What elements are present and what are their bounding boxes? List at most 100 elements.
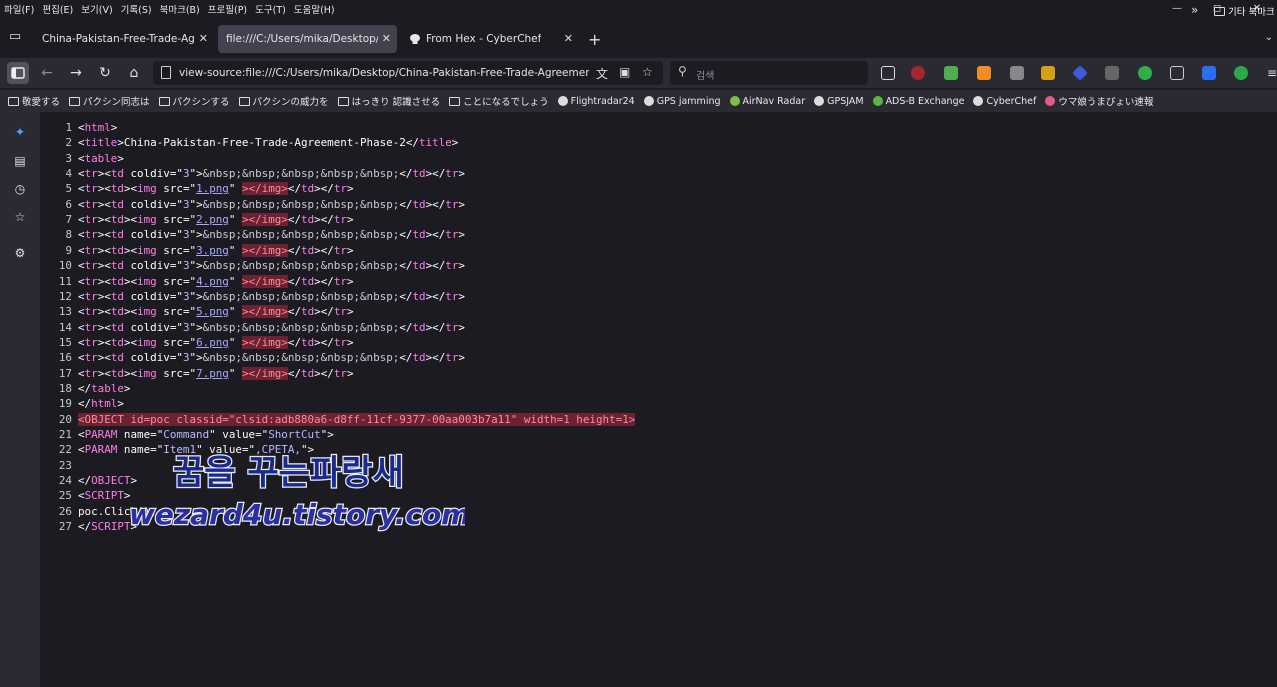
bookmark-item[interactable]: パクシンする bbox=[158, 94, 230, 108]
sidebar-toggle-icon[interactable] bbox=[7, 62, 29, 84]
menu-item[interactable]: 북마크(B) bbox=[160, 2, 200, 16]
source-token: tr bbox=[333, 182, 347, 196]
js-extension-icon[interactable] bbox=[1170, 66, 1184, 80]
menu-item[interactable]: 도구(T) bbox=[255, 2, 286, 16]
translate-icon[interactable]: 文 bbox=[596, 65, 608, 82]
shield-extension-icon[interactable] bbox=[1202, 66, 1216, 80]
source-token: ></ bbox=[425, 259, 446, 273]
source-link[interactable]: 7.png bbox=[196, 367, 229, 380]
synced-tabs-icon[interactable]: ▤ bbox=[12, 153, 28, 169]
source-token: td bbox=[412, 259, 426, 273]
site-favicon-icon bbox=[729, 96, 740, 106]
ai-sparkle-icon[interactable]: ✦ bbox=[12, 124, 28, 140]
source-token: td bbox=[110, 289, 124, 303]
bookmarks-overflow-icon[interactable]: » bbox=[1191, 3, 1198, 17]
source-link[interactable]: 1.png bbox=[196, 182, 229, 195]
source-token: >< bbox=[97, 274, 111, 288]
bookmarks-star-icon[interactable]: ☆ bbox=[12, 209, 28, 225]
gray-extension-icon[interactable] bbox=[1010, 66, 1024, 80]
bookmark-item[interactable]: パクシン同志は bbox=[69, 94, 150, 108]
bookmark-item[interactable]: GPSJAM bbox=[814, 96, 864, 107]
url-bar[interactable]: view-source:file:///C:/Users/mika/Deskto… bbox=[153, 61, 663, 85]
source-token: td bbox=[110, 366, 124, 380]
bookmark-item[interactable]: CyberChef bbox=[973, 96, 1036, 107]
source-line: 23 bbox=[40, 458, 78, 473]
bookmark-item[interactable]: パクシンの威力を bbox=[238, 94, 329, 108]
site-favicon-icon bbox=[973, 96, 984, 106]
settings-gear-icon[interactable]: ⚙ bbox=[12, 245, 28, 261]
menu-item[interactable]: 기록(S) bbox=[121, 2, 152, 16]
new-tab-button[interactable]: + bbox=[588, 30, 601, 49]
source-token: &nbsp;&nbsp;&nbsp;&nbsp;&nbsp; bbox=[202, 351, 400, 365]
source-token: coldiv=" bbox=[123, 351, 183, 365]
bookmark-item[interactable]: ことになるでしょう bbox=[449, 94, 549, 108]
bookmark-item[interactable]: 敬愛する bbox=[8, 94, 60, 108]
source-token: > bbox=[117, 397, 124, 411]
source-token: >< bbox=[97, 182, 111, 196]
yellow-extension-icon[interactable] bbox=[1041, 66, 1055, 80]
source-link[interactable]: 3.png bbox=[196, 244, 229, 257]
source-token: src=" bbox=[156, 213, 197, 227]
n-extension-icon[interactable] bbox=[1138, 66, 1152, 80]
menu-item[interactable]: 보기(V) bbox=[81, 2, 112, 16]
bookmark-item[interactable]: AirNav Radar bbox=[729, 96, 805, 107]
source-link[interactable]: 2.png bbox=[196, 213, 229, 226]
line-number: 8 bbox=[65, 228, 72, 242]
bookmark-item[interactable]: はっきり 認識させる bbox=[337, 94, 440, 108]
history-icon[interactable]: ◷ bbox=[12, 181, 28, 197]
search-bar[interactable]: ⚲ 검색 bbox=[670, 61, 868, 85]
back-arrow-icon[interactable]: ← bbox=[38, 64, 56, 82]
bookmark-star-icon[interactable]: ☆ bbox=[642, 65, 653, 79]
url-text[interactable]: view-source:file:///C:/Users/mika/Deskto… bbox=[179, 67, 589, 79]
menu-item[interactable]: 편집(E) bbox=[42, 2, 73, 16]
home-icon[interactable]: ⌂ bbox=[125, 64, 143, 82]
tab-view-source[interactable]: file:///C:/Users/mika/Desktop/China ✕ bbox=[218, 25, 397, 53]
bookmark-item[interactable]: ウマ娘うまぴょい速報 bbox=[1045, 94, 1153, 108]
source-token: &nbsp;&nbsp;&nbsp;&nbsp;&nbsp; bbox=[202, 320, 400, 334]
source-link[interactable]: 6.png bbox=[196, 336, 229, 349]
other-bookmarks-folder[interactable]: 기타 북마크 bbox=[1214, 4, 1275, 18]
menu-item[interactable]: 파일(F) bbox=[4, 2, 34, 16]
menu-hamburger-icon[interactable]: ≡ bbox=[1263, 64, 1277, 82]
source-token: > bbox=[117, 151, 124, 165]
blue-diamond-icon[interactable] bbox=[1072, 65, 1088, 81]
extension-icon[interactable] bbox=[881, 66, 895, 80]
source-token: > bbox=[458, 167, 465, 181]
folder-icon bbox=[1214, 6, 1225, 16]
refresh-extension-icon[interactable] bbox=[1234, 66, 1248, 80]
source-link[interactable]: 4.png bbox=[196, 275, 229, 288]
source-token: img bbox=[137, 213, 157, 227]
source-token: td bbox=[301, 213, 315, 227]
menu-item[interactable]: 도움말(H) bbox=[294, 2, 335, 16]
tab-close-icon[interactable]: ✕ bbox=[199, 32, 208, 45]
source-token: &nbsp;&nbsp;&nbsp;&nbsp;&nbsp; bbox=[202, 289, 400, 303]
tab-overflow-icon[interactable]: ⌄ bbox=[1265, 32, 1273, 43]
forward-arrow-icon[interactable]: → bbox=[67, 64, 85, 82]
tab-cyberchef[interactable]: From Hex - CyberChef ✕ bbox=[401, 25, 579, 53]
bookmark-item[interactable]: GPS jamming bbox=[643, 96, 721, 107]
bookmark-item[interactable]: ADS-B Exchange bbox=[872, 96, 964, 107]
source-token: poc.Click(); bbox=[78, 504, 157, 518]
reader-translate-icon[interactable]: ▣ bbox=[619, 65, 630, 79]
menu-item[interactable]: 프로필(P) bbox=[208, 2, 247, 16]
tab-close-icon[interactable]: ✕ bbox=[564, 32, 573, 45]
bookmark-label: Flightradar24 bbox=[570, 95, 635, 107]
source-token: ></ bbox=[425, 167, 446, 181]
source-token: img bbox=[137, 335, 157, 349]
tab-list-icon[interactable]: ▭ bbox=[6, 29, 24, 47]
tab-close-icon[interactable]: ✕ bbox=[382, 32, 391, 45]
line-number: 9 bbox=[65, 243, 72, 257]
off-extension-icon[interactable] bbox=[1105, 66, 1119, 80]
source-token: coldiv=" bbox=[123, 259, 183, 273]
reload-icon[interactable]: ↻ bbox=[96, 64, 114, 82]
bookmark-item[interactable]: Flightradar24 bbox=[557, 95, 635, 107]
site-favicon-icon bbox=[1045, 96, 1056, 106]
tab-china-pakistan[interactable]: China-Pakistan-Free-Trade-Agreement ✕ bbox=[34, 25, 214, 53]
orange-extension-icon[interactable] bbox=[977, 66, 991, 80]
source-link[interactable]: 5.png bbox=[196, 305, 229, 318]
source-token: td bbox=[301, 182, 315, 196]
ublock-icon[interactable] bbox=[911, 66, 925, 80]
source-token: >< bbox=[123, 182, 138, 196]
green-extension-icon[interactable] bbox=[944, 66, 958, 80]
source-token: " bbox=[228, 366, 242, 380]
